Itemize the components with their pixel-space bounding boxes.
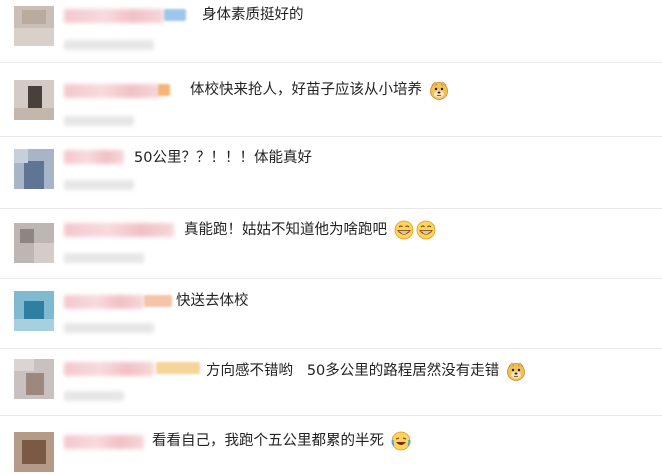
- comment-row: 方向感不错哟 50多公里的路程居然没有走错: [0, 349, 662, 416]
- username-blurred[interactable]: [64, 295, 144, 309]
- comment-text: 看看自己，我跑个五公里都累的半死: [152, 431, 411, 451]
- comment-text: 真能跑！姑姑不知道他为啥跑吧: [184, 220, 436, 240]
- comment-text: 快送去体校: [176, 292, 249, 310]
- comment-row: 真能跑！姑姑不知道他为啥跑吧: [0, 209, 662, 279]
- username-blurred[interactable]: [64, 9, 164, 23]
- grin-emoji-icon: [416, 220, 436, 240]
- user-badge: [144, 295, 172, 307]
- avatar[interactable]: [14, 6, 54, 46]
- comment-meta-blurred: [64, 40, 154, 50]
- comment-row: 体校快来抢人，好苗子应该从小培养: [0, 63, 662, 137]
- comment-text-content: 50公里？？！！！体能真好: [134, 150, 312, 166]
- comment-text-content: 看看自己，我跑个五公里都累的半死: [152, 433, 384, 449]
- comment-text: 身体素质挺好的: [202, 6, 304, 24]
- comment-text-content: 真能跑！姑姑不知道他为啥跑吧: [184, 222, 387, 238]
- avatar[interactable]: [14, 359, 54, 399]
- comment-meta-blurred: [64, 180, 134, 190]
- comment-meta-blurred: [64, 391, 124, 401]
- comment-text-content: 快送去体校: [176, 293, 249, 309]
- comment-row: 看看自己，我跑个五公里都累的半死: [0, 416, 662, 475]
- comment-row: 身体素质挺好的: [0, 0, 662, 63]
- grin-emoji-icon: [394, 220, 414, 240]
- comment-row: 50公里？？！！！体能真好: [0, 137, 662, 209]
- avatar[interactable]: [14, 80, 54, 120]
- username-blurred[interactable]: [64, 150, 124, 164]
- doge-emoji-icon: [506, 362, 525, 381]
- avatar[interactable]: [14, 432, 54, 472]
- comment-text: 方向感不错哟 50多公里的路程居然没有走错: [206, 361, 526, 381]
- avatar[interactable]: [14, 149, 54, 189]
- username-blurred[interactable]: [64, 84, 160, 98]
- avatar[interactable]: [14, 291, 54, 331]
- comment-row: 快送去体校: [0, 279, 662, 349]
- avatar[interactable]: [14, 223, 54, 263]
- comment-meta-blurred: [64, 323, 154, 333]
- comment-text: 体校快来抢人，好苗子应该从小培养: [190, 80, 449, 100]
- username-blurred[interactable]: [64, 223, 174, 237]
- username-blurred[interactable]: [64, 362, 154, 376]
- user-badge: [158, 84, 170, 96]
- comment-text: 50公里？？！！！体能真好: [134, 149, 312, 167]
- comment-text-content: 体校快来抢人，好苗子应该从小培养: [190, 82, 422, 98]
- comment-text-content: 身体素质挺好的: [202, 7, 304, 23]
- comment-meta-blurred: [64, 116, 134, 126]
- comment-meta-blurred: [64, 253, 144, 263]
- user-badge: [156, 362, 200, 374]
- laugh-cry-emoji-icon: [391, 431, 411, 451]
- doge-emoji-icon: [429, 81, 448, 100]
- username-blurred[interactable]: [64, 435, 144, 449]
- comment-list: 身体素质挺好的 体校快来抢人，好苗子应该从小培养 50公里？？！！！体能真好 真…: [0, 0, 662, 475]
- comment-text-content: 方向感不错哟 50多公里的路程居然没有走错: [206, 363, 500, 379]
- user-badge: [164, 9, 186, 21]
